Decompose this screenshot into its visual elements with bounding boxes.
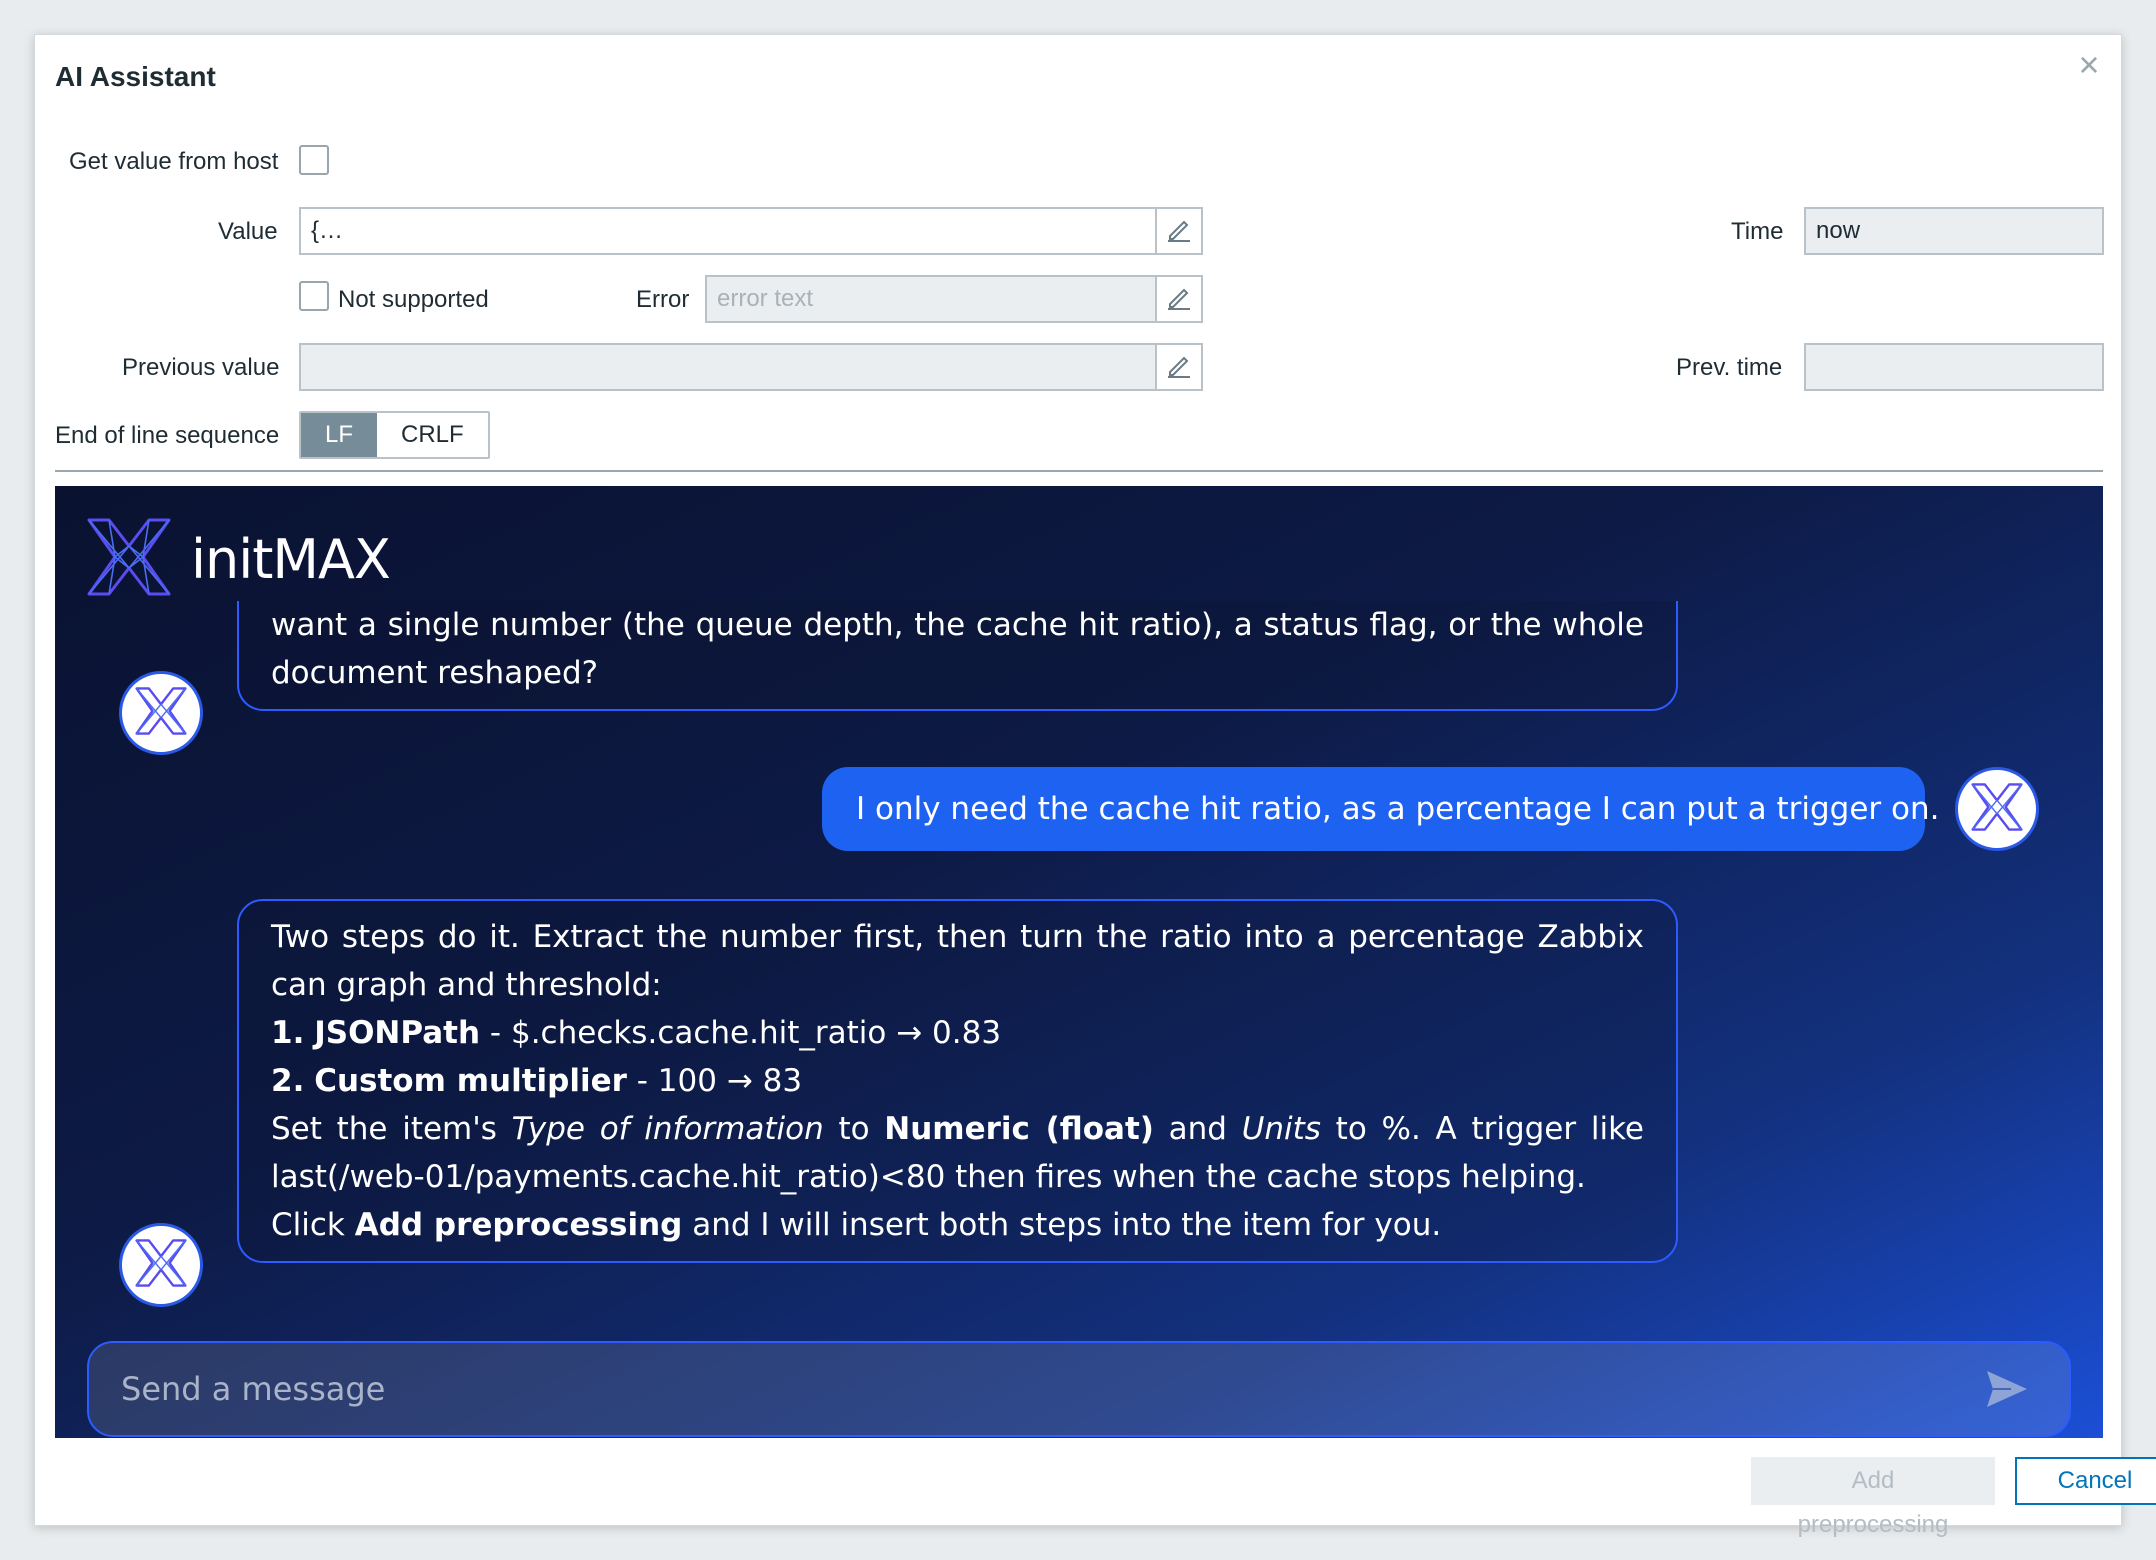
cancel-button[interactable]: Cancel	[2015, 1457, 2156, 1505]
step-detail: - $.checks.cache.hit_ratio → 0.83	[480, 1015, 1002, 1051]
not-supported-label: Not supported	[338, 286, 489, 313]
eol-label: End of line sequence	[55, 422, 280, 449]
step-item: 2. Custom multiplier - 100 → 83	[271, 1057, 1644, 1105]
error-label: Error	[636, 286, 690, 313]
step-name: Custom multiplier	[314, 1063, 627, 1099]
previous-value-input[interactable]	[299, 343, 1157, 391]
error-input[interactable]: error text	[705, 275, 1157, 323]
initmax-logo-icon	[85, 516, 173, 603]
message-input-placeholder: Send a message	[121, 1370, 386, 1408]
time-input[interactable]: now	[1804, 207, 2104, 255]
value-input[interactable]: {…	[299, 207, 1157, 255]
assistant-avatar	[119, 1223, 203, 1307]
user-avatar	[1955, 767, 2039, 851]
step-name: JSONPath	[314, 1015, 481, 1051]
value-text: {…	[311, 217, 344, 244]
brand-logo: initMAX	[85, 516, 391, 603]
assistant-message: Two steps do it. Extract the number firs…	[237, 899, 1678, 1263]
section-divider	[55, 470, 2103, 472]
pencil-icon	[1166, 352, 1192, 383]
user-message-text: I only need the cache hit ratio, as a pe…	[856, 791, 1940, 827]
assistant-avatar	[119, 671, 203, 755]
message-input[interactable]: Send a message	[87, 1341, 2071, 1437]
add-preprocessing-button[interactable]: Add preprocessing	[1751, 1457, 1995, 1538]
chat-panel: initMAX want a single number (the queue …	[55, 486, 2103, 1438]
modal-overlay: AI Assistant × Get value from host Value…	[0, 0, 2156, 1560]
brand-name: initMAX	[191, 528, 391, 591]
previous-value-label: Previous value	[122, 354, 280, 381]
time-value: now	[1816, 217, 1861, 244]
initmax-avatar-icon	[134, 686, 188, 741]
dialog-title: AI Assistant	[55, 61, 216, 92]
step-detail: - 100 → 83	[626, 1063, 803, 1099]
assistant-closing: Click Add preprocessing and I will inser…	[271, 1207, 1442, 1243]
eol-toggle: LF CRLF	[299, 411, 490, 459]
time-label: Time	[1731, 218, 1784, 245]
initmax-avatar-icon	[1970, 782, 2024, 837]
initmax-avatar-icon	[134, 1238, 188, 1293]
get-value-label: Get value from host	[69, 148, 279, 175]
eol-option-lf[interactable]: LF	[301, 413, 378, 457]
step-number: 2.	[271, 1063, 305, 1099]
get-value-checkbox[interactable]	[299, 145, 329, 175]
prev-time-label: Prev. time	[1676, 354, 1783, 381]
error-edit-button[interactable]	[1155, 275, 1203, 323]
pencil-icon	[1166, 216, 1192, 247]
eol-option-crlf[interactable]: CRLF	[377, 413, 488, 457]
previous-value-edit-button[interactable]	[1155, 343, 1203, 391]
value-edit-button[interactable]	[1155, 207, 1203, 255]
step-item: 1. JSONPath - $.checks.cache.hit_ratio →…	[271, 1009, 1644, 1057]
assistant-note: Set the item's Type of information to Nu…	[271, 1111, 1644, 1195]
user-message: I only need the cache hit ratio, as a pe…	[822, 767, 1940, 851]
value-label: Value	[218, 218, 278, 245]
error-placeholder: error text	[717, 285, 814, 312]
not-supported-checkbox[interactable]	[299, 281, 329, 311]
prev-time-input[interactable]	[1804, 343, 2104, 391]
assistant-message-text: want a single number (the queue depth, t…	[271, 607, 1644, 691]
ai-assistant-dialog: AI Assistant × Get value from host Value…	[34, 34, 2156, 1538]
close-icon[interactable]: ×	[2071, 47, 2107, 83]
step-number: 1.	[271, 1015, 305, 1051]
assistant-message: want a single number (the queue depth, t…	[237, 601, 1678, 711]
assistant-intro: Two steps do it. Extract the number firs…	[271, 919, 1644, 1003]
send-icon[interactable]	[1985, 1369, 2029, 1414]
pencil-icon	[1166, 284, 1192, 315]
